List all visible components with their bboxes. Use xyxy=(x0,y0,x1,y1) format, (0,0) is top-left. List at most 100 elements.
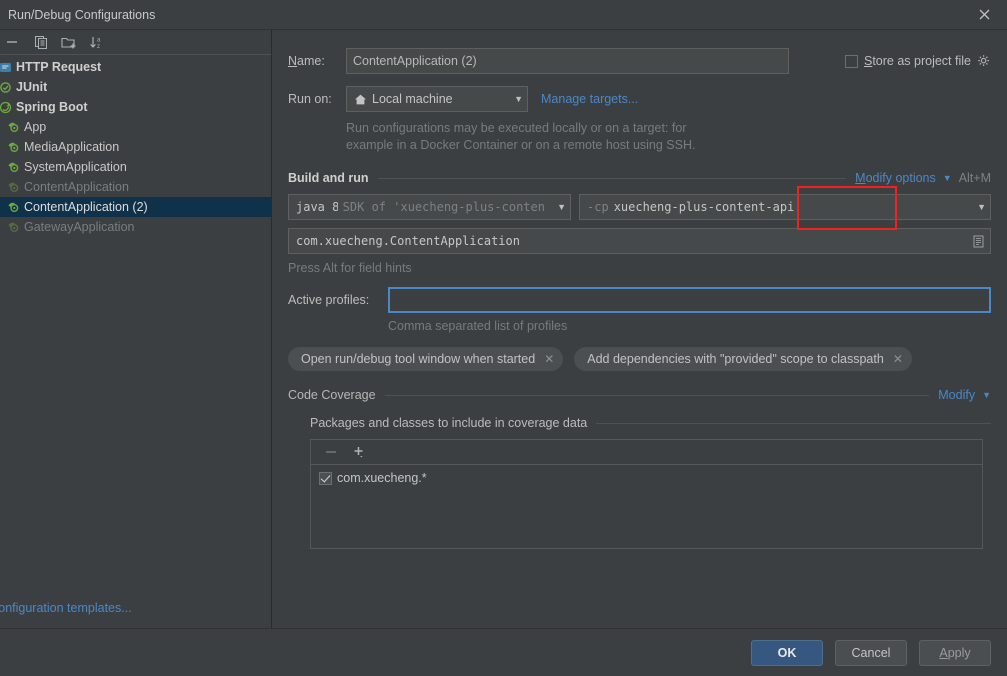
name-row: Name: ContentApplication (2) Store as pr… xyxy=(288,48,991,74)
classpath-value: xuecheng-plus-content-api xyxy=(613,200,795,214)
tree-item-label: HTTP Request xyxy=(16,60,102,74)
chevron-down-icon: ▼ xyxy=(982,390,991,400)
tree-group-spring-boot[interactable]: Spring Boot xyxy=(0,97,271,117)
minus-icon[interactable] xyxy=(0,31,26,53)
run-on-dropdown[interactable]: Local machine ▼ xyxy=(346,86,528,112)
build-and-run-title: Build and run xyxy=(288,171,369,185)
modify-options-shortcut: Alt+M xyxy=(958,171,991,185)
tree-item-label: SystemApplication xyxy=(24,160,127,174)
active-profiles-input[interactable] xyxy=(388,287,991,313)
http-request-icon xyxy=(0,59,14,75)
home-icon xyxy=(354,93,367,106)
classpath-prefix: -cp xyxy=(587,200,609,214)
chip-close-icon[interactable]: ✕ xyxy=(544,352,554,366)
tree-item-contentapplication[interactable]: ContentApplication xyxy=(0,177,271,197)
tree-item-gatewayapplication[interactable]: GatewayApplication xyxy=(0,217,271,237)
name-label: Name: xyxy=(288,54,325,68)
tree-item-mediaapplication[interactable]: MediaApplication xyxy=(0,137,271,157)
spring-config-icon xyxy=(6,199,23,215)
build-and-run-section-header: Build and run Modify options ▼ Alt+M xyxy=(288,171,991,185)
chevron-down-icon: ▼ xyxy=(977,202,986,212)
active-profiles-label: Active profiles: xyxy=(288,293,370,307)
configurations-tree[interactable]: HTTP Request JUnit Spring Boot App Media… xyxy=(0,55,271,588)
close-icon[interactable] xyxy=(961,0,1007,29)
section-divider xyxy=(377,177,847,179)
folder-add-icon[interactable] xyxy=(56,31,82,53)
tree-item-label: App xyxy=(24,120,47,134)
run-on-value: Local machine xyxy=(372,92,453,106)
dialog-body: a z HTTP Request JUnit Spring Boot App M… xyxy=(0,29,1007,628)
target-hint-line-1: Run configurations may be executed local… xyxy=(346,121,687,135)
chip-close-icon[interactable]: ✕ xyxy=(893,352,903,366)
manage-targets-link[interactable]: Manage targets... xyxy=(541,92,638,106)
sdk-prefix: java 8 xyxy=(296,200,338,214)
code-coverage-modify-group: Modify ▼ xyxy=(938,388,991,402)
target-hint-line-2: example in a Docker Container or on a re… xyxy=(346,138,696,152)
coverage-toolbar xyxy=(311,440,982,465)
copy-icon[interactable] xyxy=(28,31,54,53)
configurations-sidebar: a z HTTP Request JUnit Spring Boot App M… xyxy=(0,30,272,628)
main-class-row: com.xuecheng.ContentApplication xyxy=(288,228,991,254)
run-on-label: Run on: xyxy=(288,92,332,106)
tree-item-label: JUnit xyxy=(16,80,48,94)
chip-add-provided-dependencies[interactable]: Add dependencies with "provided" scope t… xyxy=(574,347,912,371)
code-coverage-modify-link[interactable]: Modify xyxy=(938,388,975,402)
svg-text:z: z xyxy=(97,44,100,50)
coverage-patterns-panel: com.xuecheng.* xyxy=(310,439,983,549)
coverage-pattern-label: com.xuecheng.* xyxy=(337,471,427,485)
sidebar-toolbar: a z xyxy=(0,30,271,55)
tree-item-systemapplication[interactable]: SystemApplication xyxy=(0,157,271,177)
tree-group-junit[interactable]: JUnit xyxy=(0,77,271,97)
packages-section-header: Packages and classes to include in cover… xyxy=(310,416,991,430)
modify-options-group: Modify options ▼ Alt+M xyxy=(855,171,991,185)
sidebar-footer: configuration templates... xyxy=(0,588,271,628)
jre-dropdown[interactable]: java 8 SDK of 'xuecheng-plus-content ▼ xyxy=(288,194,571,220)
plus-dropdown-icon[interactable] xyxy=(347,442,371,462)
apply-button[interactable]: Apply xyxy=(919,639,991,666)
main-class-value: com.xuecheng.ContentApplication xyxy=(296,234,520,248)
sort-alphabetical-icon[interactable]: a z xyxy=(84,31,110,53)
spring-config-icon xyxy=(6,139,23,155)
code-coverage-title: Code Coverage xyxy=(288,388,376,402)
main-class-input[interactable]: com.xuecheng.ContentApplication xyxy=(288,228,991,254)
coverage-pattern-checkbox[interactable] xyxy=(319,471,332,485)
ok-button[interactable]: OK xyxy=(751,639,823,666)
svg-text:a: a xyxy=(97,37,101,43)
store-as-project-file-checkbox[interactable] xyxy=(844,54,858,68)
classpath-module-dropdown[interactable]: -cp xuecheng-plus-content-api ▼ xyxy=(579,194,991,220)
chip-open-run-debug-tool-window[interactable]: Open run/debug tool window when started … xyxy=(288,347,564,371)
chip-label: Add dependencies with "provided" scope t… xyxy=(587,352,884,366)
tree-item-app[interactable]: App xyxy=(0,117,271,137)
spring-config-icon xyxy=(6,119,23,135)
packages-title: Packages and classes to include in cover… xyxy=(310,416,588,430)
tree-item-label: MediaApplication xyxy=(24,140,120,154)
code-coverage-section-header: Code Coverage Modify ▼ xyxy=(288,388,991,402)
option-chips: Open run/debug tool window when started … xyxy=(288,347,991,371)
active-profiles-hint: Comma separated list of profiles xyxy=(388,319,568,333)
edit-configuration-templates-link[interactable]: configuration templates... xyxy=(0,601,132,615)
dialog-titlebar: Run/Debug Configurations xyxy=(0,0,1007,29)
page-title: Run/Debug Configurations xyxy=(8,7,156,22)
cancel-button[interactable]: Cancel xyxy=(835,639,907,666)
gear-icon[interactable] xyxy=(977,54,991,68)
list-item[interactable]: com.xuecheng.* xyxy=(319,469,982,487)
tree-item-label: ContentApplication xyxy=(24,180,129,194)
modify-options-link[interactable]: Modify options xyxy=(855,171,936,185)
spring-boot-icon xyxy=(0,99,14,115)
browse-class-icon[interactable] xyxy=(970,233,986,249)
configuration-form: Name: ContentApplication (2) Store as pr… xyxy=(272,30,1007,628)
spring-config-icon xyxy=(6,179,23,195)
name-input[interactable]: ContentApplication (2) xyxy=(346,48,789,74)
tree-group-http-request[interactable]: HTTP Request xyxy=(0,57,271,77)
section-divider xyxy=(596,422,991,424)
coverage-pattern-list[interactable]: com.xuecheng.* xyxy=(311,465,982,548)
run-debug-configurations-dialog: Run/Debug Configurations a z HTTP Reques… xyxy=(0,0,1007,676)
store-as-project-file-label: Store as project file xyxy=(863,54,971,68)
tree-item-label: GatewayApplication xyxy=(24,220,135,234)
alt-field-hint: Press Alt for field hints xyxy=(288,261,412,275)
store-as-project-file-group: Store as project file xyxy=(844,54,991,68)
tree-item-contentapplication-2[interactable]: ContentApplication (2) xyxy=(0,197,271,217)
sdk-suffix: SDK of 'xuecheng-plus-content xyxy=(342,200,545,214)
junit-icon xyxy=(0,79,14,95)
minus-icon[interactable] xyxy=(319,442,343,462)
